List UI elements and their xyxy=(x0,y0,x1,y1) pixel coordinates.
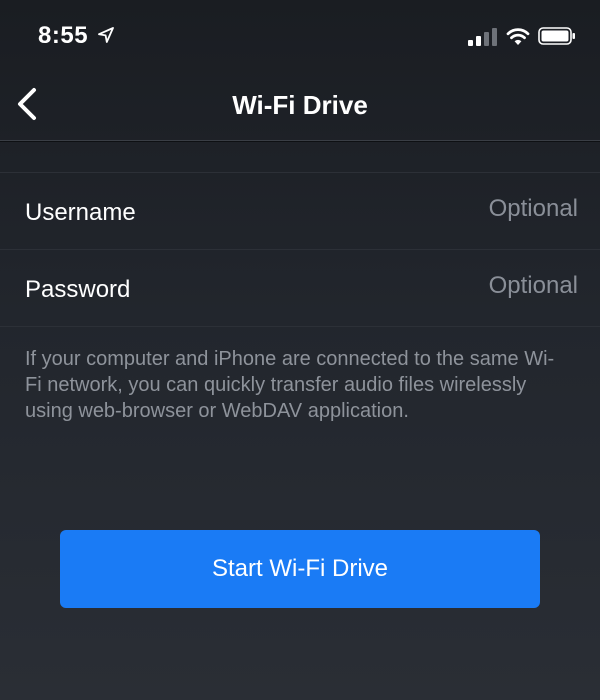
navigation-bar: Wi-Fi Drive xyxy=(0,70,600,141)
username-label: Username xyxy=(25,199,136,226)
status-time: 8:55 xyxy=(38,22,89,49)
password-field[interactable] xyxy=(318,268,578,304)
status-bar: 8:55 xyxy=(0,0,600,70)
username-row[interactable]: Username xyxy=(0,173,600,249)
location-arrow-icon xyxy=(98,27,114,43)
password-label: Password xyxy=(25,276,131,303)
wifi-icon xyxy=(506,28,530,45)
battery-icon xyxy=(538,27,575,45)
credentials-form: Username Password xyxy=(0,172,600,327)
page-title: Wi-Fi Drive xyxy=(232,90,368,120)
password-row[interactable]: Password xyxy=(0,249,600,326)
cellular-signal-icon xyxy=(468,28,497,46)
username-field[interactable] xyxy=(318,191,578,227)
help-text: If your computer and iPhone are connecte… xyxy=(25,348,555,422)
start-wifi-drive-button[interactable]: Start Wi-Fi Drive xyxy=(60,530,540,608)
